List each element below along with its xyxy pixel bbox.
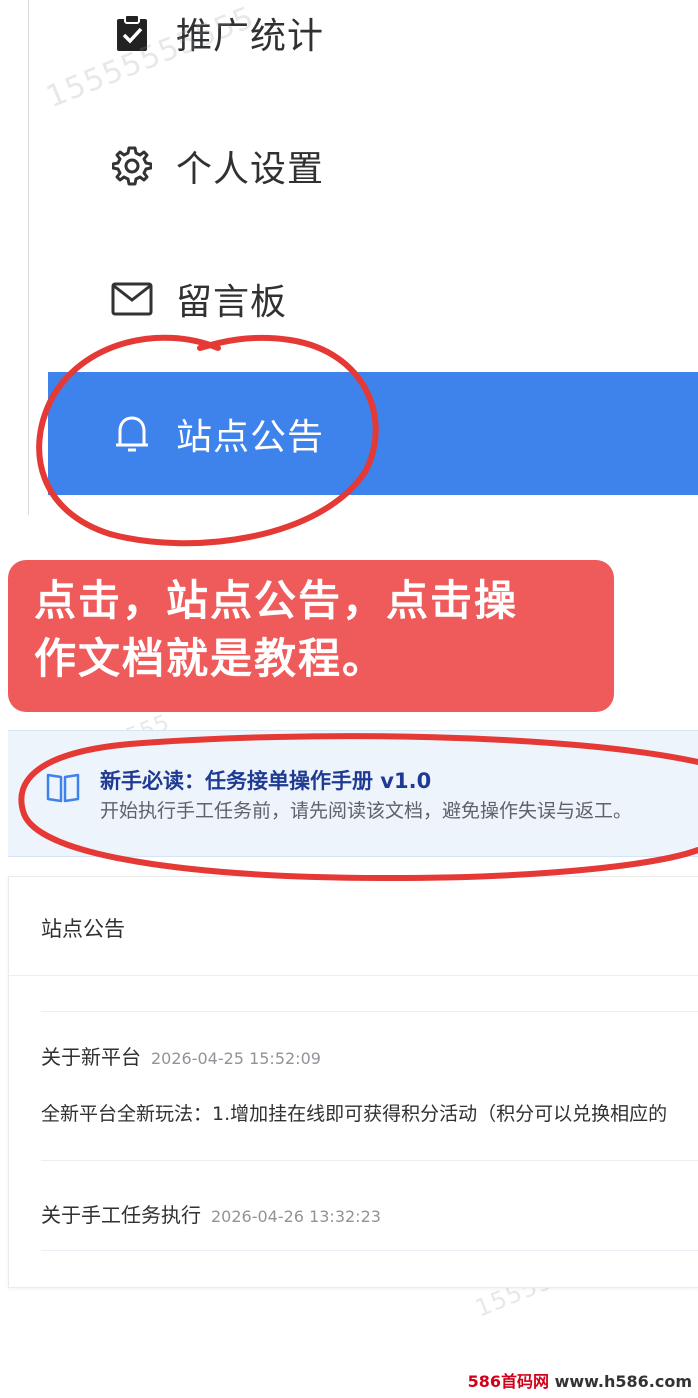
instruction-callout: 点击，站点公告，点击操 作文档就是教程。	[8, 560, 614, 712]
gear-icon	[110, 144, 154, 188]
mail-icon	[110, 277, 154, 321]
announcement-date: 2026-04-26 13:32:23	[211, 1207, 381, 1226]
announcement-item[interactable]: 关于手工任务执行 2026-04-26 13:32:23	[41, 1199, 381, 1228]
footer-brand: 586首码网	[467, 1372, 549, 1391]
menu-item-personal-settings[interactable]: 个人设置	[48, 113, 698, 218]
bell-icon	[110, 412, 154, 456]
announcement-item[interactable]: 关于新平台 2026-04-25 15:52:09	[41, 1041, 321, 1070]
announcements-panel: 站点公告 关于新平台 2026-04-25 15:52:09 全新平台全新玩法：1…	[8, 876, 698, 1288]
divider	[9, 975, 698, 976]
callout-line: 点击，站点公告，点击操	[34, 576, 519, 625]
guide-document-title[interactable]: 新手必读：任务接单操作手册 v1.0	[100, 765, 431, 795]
callout-line: 作文档就是教程。	[34, 634, 387, 683]
announcement-title[interactable]: 关于新平台	[41, 1045, 141, 1069]
sidebar-border	[28, 0, 29, 515]
guide-document-banner[interactable]: 新手必读：任务接单操作手册 v1.0 开始执行手工任务前，请先阅读该文档，避免操…	[8, 730, 698, 857]
site-footer-mark: 586首码网 www.h586.com	[468, 1368, 692, 1392]
menu-item-label: 站点公告	[176, 416, 325, 458]
divider	[41, 1250, 698, 1251]
guide-document-subtitle: 开始执行手工任务前，请先阅读该文档，避免操作失误与返工。	[100, 800, 633, 822]
divider	[41, 1160, 698, 1161]
menu-item-message-board[interactable]: 留言板	[48, 246, 698, 351]
footer-url: www.h586.com	[554, 1372, 692, 1391]
panel-title: 站点公告	[41, 917, 125, 941]
announcement-title[interactable]: 关于手工任务执行	[41, 1203, 201, 1227]
menu-item-label: 个人设置	[176, 148, 325, 190]
announcement-date: 2026-04-25 15:52:09	[151, 1049, 321, 1068]
divider	[41, 1011, 698, 1012]
menu-item-label: 留言板	[176, 281, 288, 323]
menu-item-site-announcements[interactable]: 站点公告	[48, 372, 698, 495]
book-icon	[46, 771, 86, 811]
announcement-body: 全新平台全新玩法：1.增加挂在线即可获得积分活动（积分可以兑换相应的	[41, 1103, 668, 1125]
